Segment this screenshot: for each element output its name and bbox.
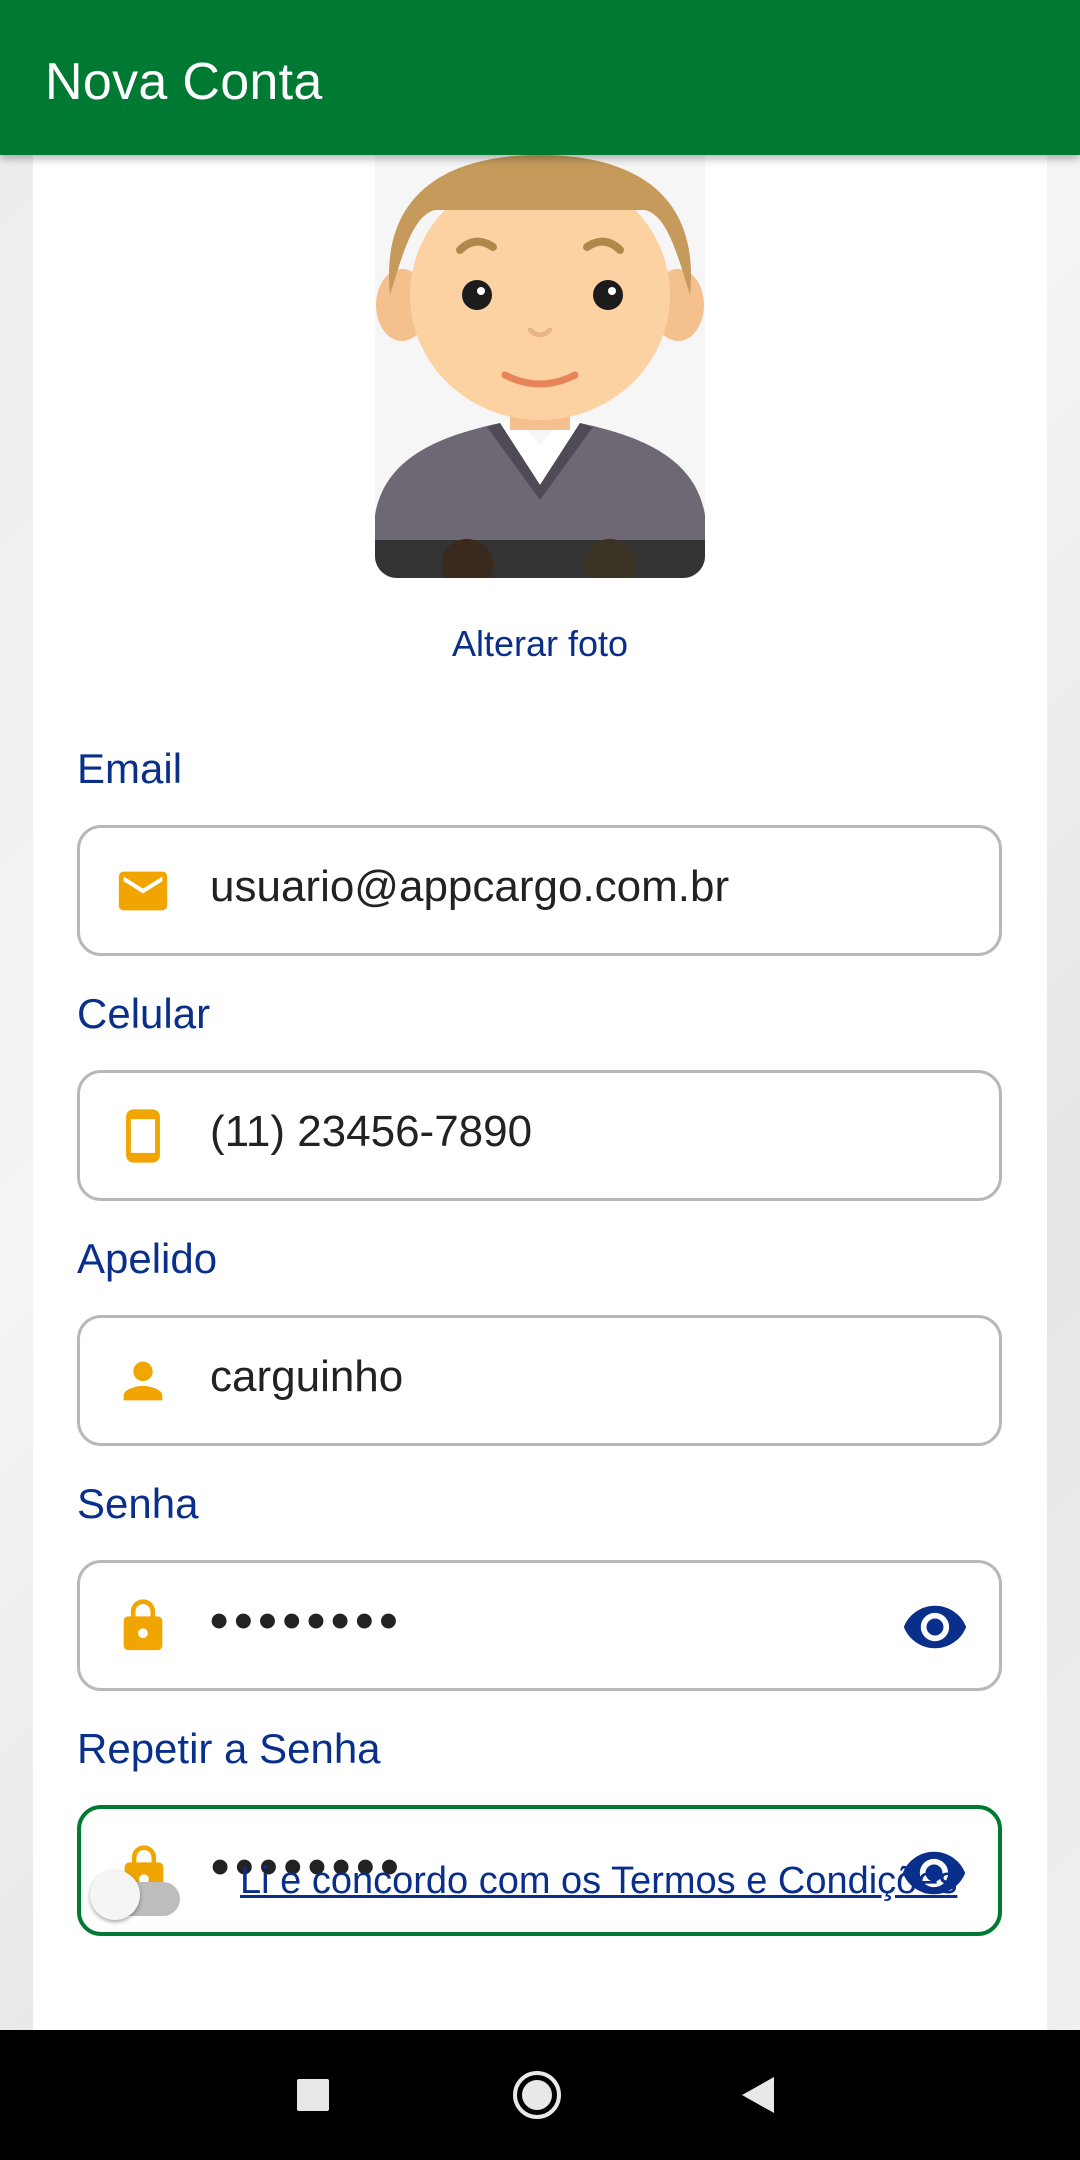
password-value: ••••••••	[210, 1592, 404, 1650]
avatar[interactable]	[375, 155, 705, 578]
password-repeat-label: Repetir a Senha	[77, 1725, 381, 1772]
back-icon[interactable]	[728, 2065, 788, 2125]
nickname-label: Apelido	[77, 1235, 218, 1282]
terms-row: Li e concordo com os Termos e Condições	[70, 1858, 970, 1920]
nickname-field[interactable]: carguinho	[77, 1315, 1002, 1446]
password-label: Senha	[77, 1480, 199, 1527]
system-nav-bar	[0, 2030, 1080, 2160]
page-title: Nova Conta	[45, 53, 323, 111]
phone-field[interactable]: (11) 23456-7890	[77, 1070, 1002, 1201]
home-icon[interactable]	[507, 2065, 567, 2125]
email-label: Email	[77, 745, 183, 792]
phone-value: (11) 23456-7890	[210, 1107, 533, 1156]
person-icon	[114, 1352, 172, 1410]
terms-link[interactable]: Li e concordo com os Termos e Condições	[240, 1860, 957, 1903]
show-password-icon[interactable]	[901, 1593, 969, 1661]
recents-icon[interactable]	[283, 2065, 343, 2125]
phone-icon	[114, 1107, 172, 1165]
lock-icon	[114, 1597, 172, 1655]
change-photo-link[interactable]: Alterar foto	[33, 623, 1047, 665]
screen: Nova Conta Alterar foto Email usuario@ap…	[0, 0, 1080, 2160]
phone-label: Celular	[77, 990, 211, 1037]
email-field[interactable]: usuario@appcargo.com.br	[77, 825, 1002, 956]
email-value: usuario@appcargo.com.br	[210, 862, 730, 911]
email-icon	[114, 862, 172, 920]
avatar-illustration	[375, 155, 705, 578]
terms-toggle-thumb[interactable]	[90, 1870, 140, 1920]
password-field[interactable]: ••••••••	[77, 1560, 1002, 1691]
form-card: Alterar foto Email usuario@appcargo.com.…	[33, 155, 1047, 2030]
app-bar: Nova Conta	[0, 0, 1080, 155]
nickname-value: carguinho	[210, 1352, 404, 1401]
